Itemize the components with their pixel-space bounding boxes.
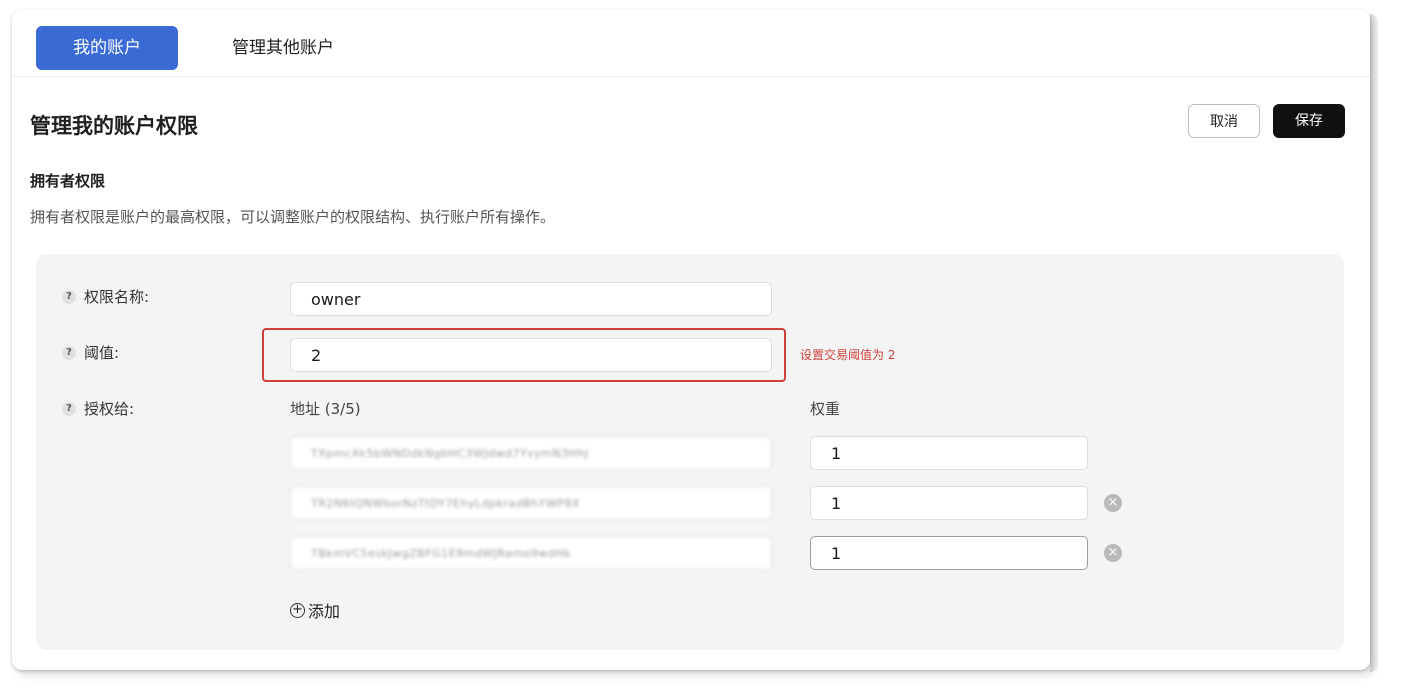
threshold-highlight-box — [262, 328, 786, 382]
help-icon[interactable]: ? — [62, 289, 76, 304]
help-icon[interactable]: ? — [62, 345, 76, 360]
name-label-text: 权限名称: — [84, 288, 150, 306]
key-address-input[interactable] — [290, 486, 772, 520]
permission-name-input[interactable] — [290, 282, 772, 316]
section-description: 拥有者权限是账户的最高权限，可以调整账户的权限结构、执行账户所有操作。 — [30, 208, 556, 226]
tab-bar: 我的账户 管理其他账户 — [12, 10, 1370, 77]
help-icon[interactable]: ? — [62, 401, 76, 416]
address-column-header: 地址 (3/5) — [290, 400, 361, 418]
threshold-annotation: 设置交易阈值为 2 — [800, 348, 896, 362]
permission-card: 我的账户 管理其他账户 管理我的账户权限 取消 保存 拥有者权限 拥有者权限是账… — [12, 10, 1370, 670]
key-weight-input[interactable] — [810, 436, 1088, 470]
remove-key-icon[interactable]: × — [1104, 544, 1122, 562]
plus-circle-icon: + — [290, 602, 305, 618]
section-title: 拥有者权限 — [30, 172, 106, 190]
grant-field-label: ? 授权给: — [62, 398, 134, 419]
threshold-label-text: 阈值: — [84, 344, 120, 362]
save-button[interactable]: 保存 — [1273, 104, 1345, 138]
tab-my-account[interactable]: 我的账户 — [36, 26, 178, 70]
key-address-input[interactable] — [290, 436, 772, 470]
grant-label-text: 授权给: — [84, 400, 135, 418]
key-weight-input[interactable] — [810, 536, 1088, 570]
remove-key-icon[interactable]: × — [1104, 494, 1122, 512]
key-weight-input[interactable] — [810, 486, 1088, 520]
key-address-input[interactable] — [290, 536, 772, 570]
page-title: 管理我的账户权限 — [30, 114, 198, 138]
add-key-label: 添加 — [308, 602, 341, 621]
card-shadow-edge — [1370, 14, 1378, 672]
add-key-button[interactable]: + 添加 — [290, 598, 340, 622]
weight-column-header: 权重 — [810, 400, 841, 418]
tab-manage-other-accounts[interactable]: 管理其他账户 — [218, 26, 348, 70]
threshold-field-label: ? 阈值: — [62, 342, 119, 363]
name-field-label: ? 权限名称: — [62, 286, 149, 307]
cancel-button[interactable]: 取消 — [1188, 104, 1260, 138]
